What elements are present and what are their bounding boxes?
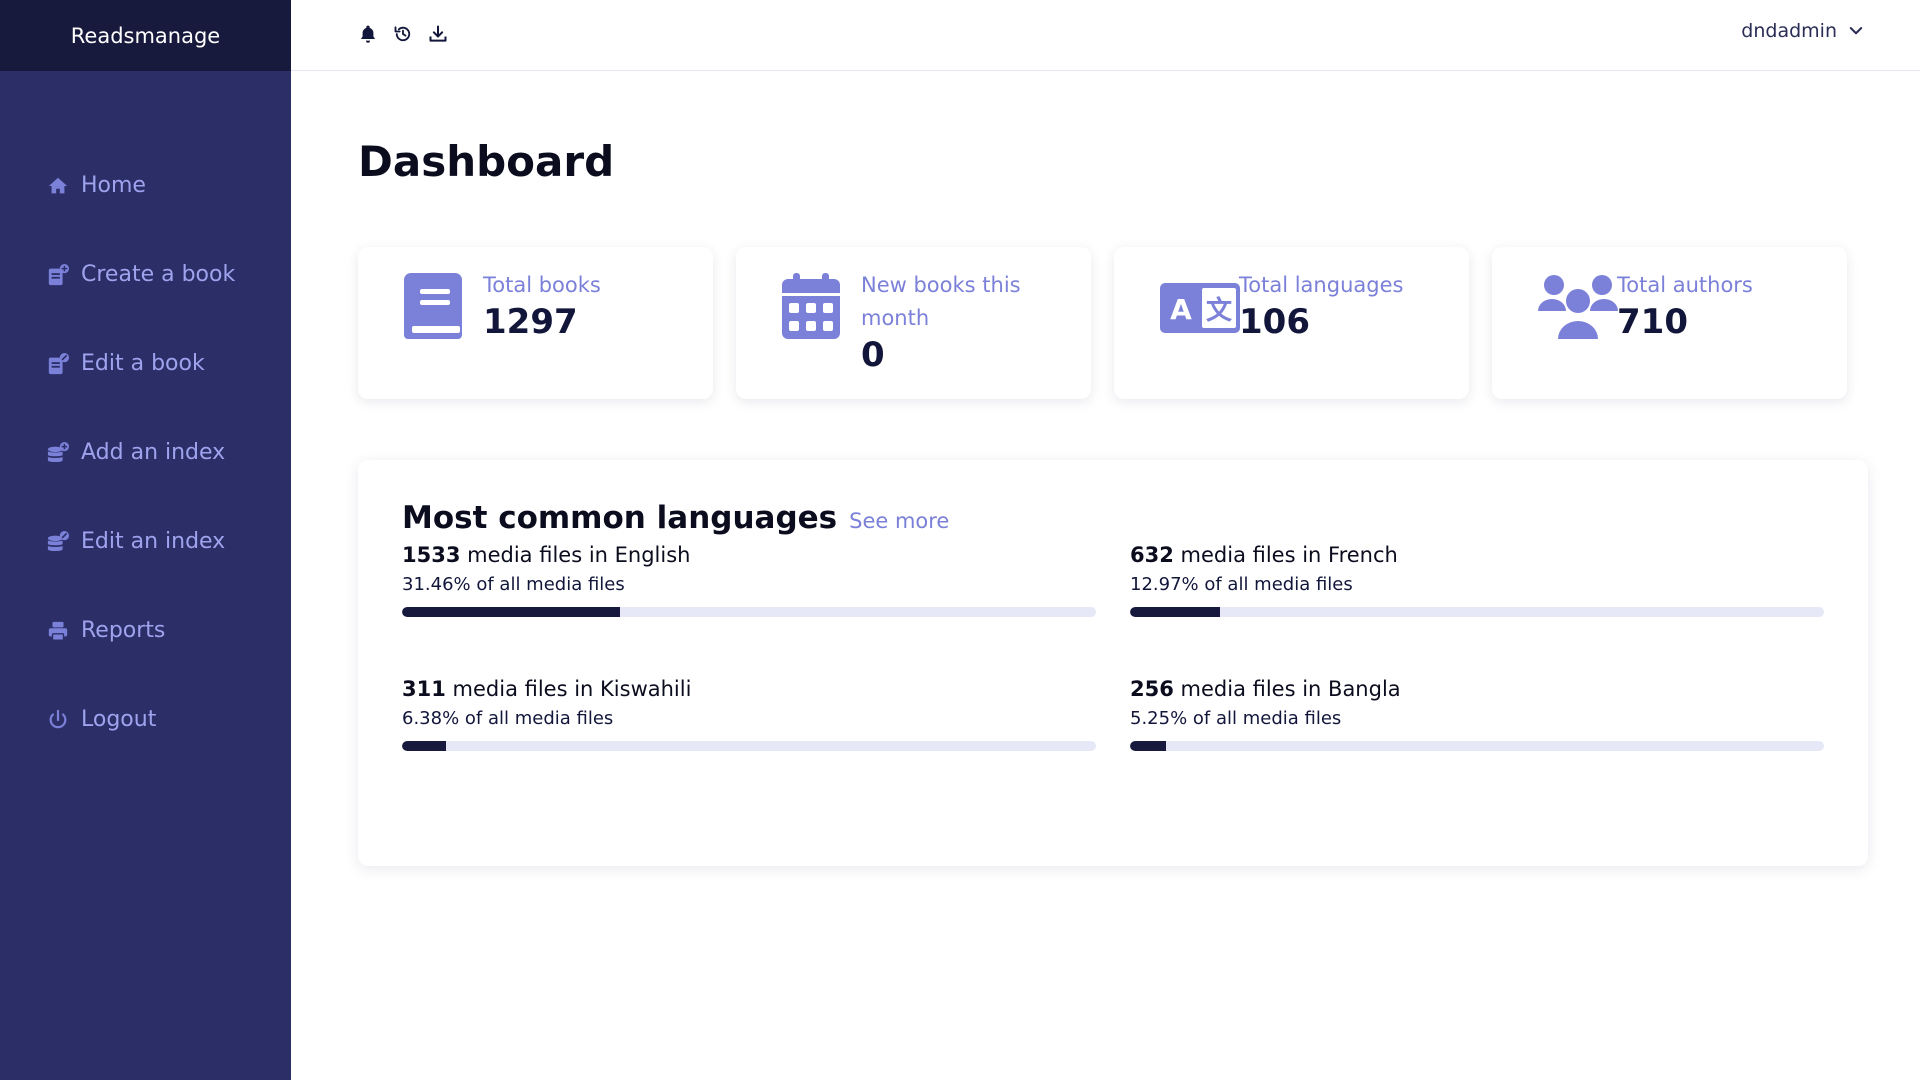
top-bar: dndadmin (291, 0, 1920, 71)
book-icon (402, 271, 464, 341)
history-icon (394, 25, 410, 41)
language-item: 632 media files in French 12.97% of all … (1130, 540, 1824, 617)
calendar-icon (780, 271, 842, 341)
book-plus-icon (48, 263, 69, 285)
stat-text: New books this month 0 (861, 269, 1071, 375)
stat-value: 1297 (483, 302, 578, 342)
stat-value: 710 (1617, 302, 1688, 342)
stat-card-total-books: Total books 1297 (358, 247, 713, 399)
book-edit-icon (48, 352, 69, 374)
sidebar-item-label: Home (81, 173, 146, 198)
download-button[interactable] (426, 22, 449, 45)
top-icon-group (356, 22, 449, 45)
language-item: 1533 media files in English 31.46% of al… (402, 540, 1096, 617)
brand-name: Readsmanage (70, 23, 221, 48)
language-count: 1533 (402, 543, 461, 567)
home-icon (48, 177, 68, 193)
language-icon: A文 (1158, 271, 1242, 341)
progress-bar (1130, 607, 1824, 617)
sidebar-item-label: Add an index (81, 440, 226, 465)
sidebar-item-edit-index[interactable]: Edit an index (0, 497, 291, 586)
progress-bar (402, 741, 1096, 751)
sidebar-item-add-index[interactable]: Add an index (0, 408, 291, 497)
language-text: media files in English (467, 543, 691, 567)
language-line: 311 media files in Kiswahili (402, 674, 1096, 704)
sidebar-item-label: Logout (81, 707, 157, 732)
sidebar-item-label: Edit an index (81, 529, 226, 554)
sidebar-nav: Home Create a book Edit a book Add an in… (0, 71, 291, 764)
svg-text:A: A (1170, 293, 1192, 326)
bell-icon (360, 25, 375, 43)
language-line: 632 media files in French (1130, 540, 1824, 570)
sidebar: Readsmanage Home Create a book Edit a bo… (0, 0, 291, 1080)
stat-label: Total languages (1239, 273, 1404, 297)
see-more-link[interactable]: See more (849, 509, 949, 533)
stat-label: Total authors (1617, 273, 1753, 297)
language-percent: 31.46% of all media files (402, 574, 625, 595)
language-percent: 6.38% of all media files (402, 708, 614, 729)
progress-bar (402, 607, 1096, 617)
user-menu[interactable]: dndadmin (1741, 20, 1865, 42)
progress-bar-fill (402, 741, 447, 751)
notifications-button[interactable] (356, 22, 379, 45)
history-button[interactable] (391, 22, 414, 45)
languages-header: Most common languages See more (402, 500, 949, 536)
stat-card-new-books: New books this month 0 (736, 247, 1091, 399)
language-text: media files in French (1180, 543, 1398, 567)
sidebar-item-create-book[interactable]: Create a book (0, 230, 291, 319)
sidebar-item-label: Create a book (81, 262, 236, 287)
progress-bar (1130, 741, 1824, 751)
stat-value: 106 (1239, 302, 1310, 342)
sidebar-item-label: Reports (81, 618, 166, 643)
database-edit-icon (47, 530, 69, 551)
languages-panel: Most common languages See more 1533 medi… (358, 460, 1868, 866)
language-line: 256 media files in Bangla (1130, 674, 1824, 704)
sidebar-item-logout[interactable]: Logout (0, 675, 291, 764)
languages-title: Most common languages (402, 500, 838, 536)
language-line: 1533 media files in English (402, 540, 1096, 570)
progress-bar-fill (1130, 607, 1220, 617)
language-count: 632 (1130, 543, 1174, 567)
language-percent: 12.97% of all media files (1130, 574, 1353, 595)
stat-text: Total authors 710 (1617, 269, 1827, 342)
stat-value: 0 (861, 335, 885, 375)
progress-bar-fill (402, 607, 621, 617)
sidebar-item-reports[interactable]: Reports (0, 586, 291, 675)
stat-card-total-authors: Total authors 710 (1492, 247, 1847, 399)
language-count: 311 (402, 677, 446, 701)
language-percent: 5.25% of all media files (1130, 708, 1342, 729)
stat-text: Total books 1297 (483, 269, 693, 342)
stat-label: New books this month (861, 273, 1021, 330)
download-icon (429, 25, 446, 42)
brand-logo[interactable]: Readsmanage (0, 0, 291, 71)
language-text: media files in Bangla (1180, 677, 1401, 701)
sidebar-item-edit-book[interactable]: Edit a book (0, 319, 291, 408)
sidebar-item-label: Edit a book (81, 351, 205, 376)
power-icon (49, 709, 67, 728)
users-icon (1536, 271, 1620, 341)
language-text: media files in Kiswahili (452, 677, 692, 701)
stat-card-total-languages: A文 Total languages 106 (1114, 247, 1469, 399)
chevron-down-icon (1849, 27, 1863, 35)
page-title: Dashboard (358, 137, 615, 186)
database-plus-icon (47, 441, 69, 462)
sidebar-item-home[interactable]: Home (0, 141, 291, 230)
svg-text:文: 文 (1206, 295, 1233, 326)
stat-label: Total books (483, 273, 601, 297)
printer-icon (48, 621, 68, 641)
language-count: 256 (1130, 677, 1174, 701)
username: dndadmin (1741, 20, 1837, 42)
progress-bar-fill (1130, 741, 1167, 751)
language-item: 311 media files in Kiswahili 6.38% of al… (402, 674, 1096, 751)
stat-text: Total languages 106 (1239, 269, 1449, 342)
language-item: 256 media files in Bangla 5.25% of all m… (1130, 674, 1824, 751)
